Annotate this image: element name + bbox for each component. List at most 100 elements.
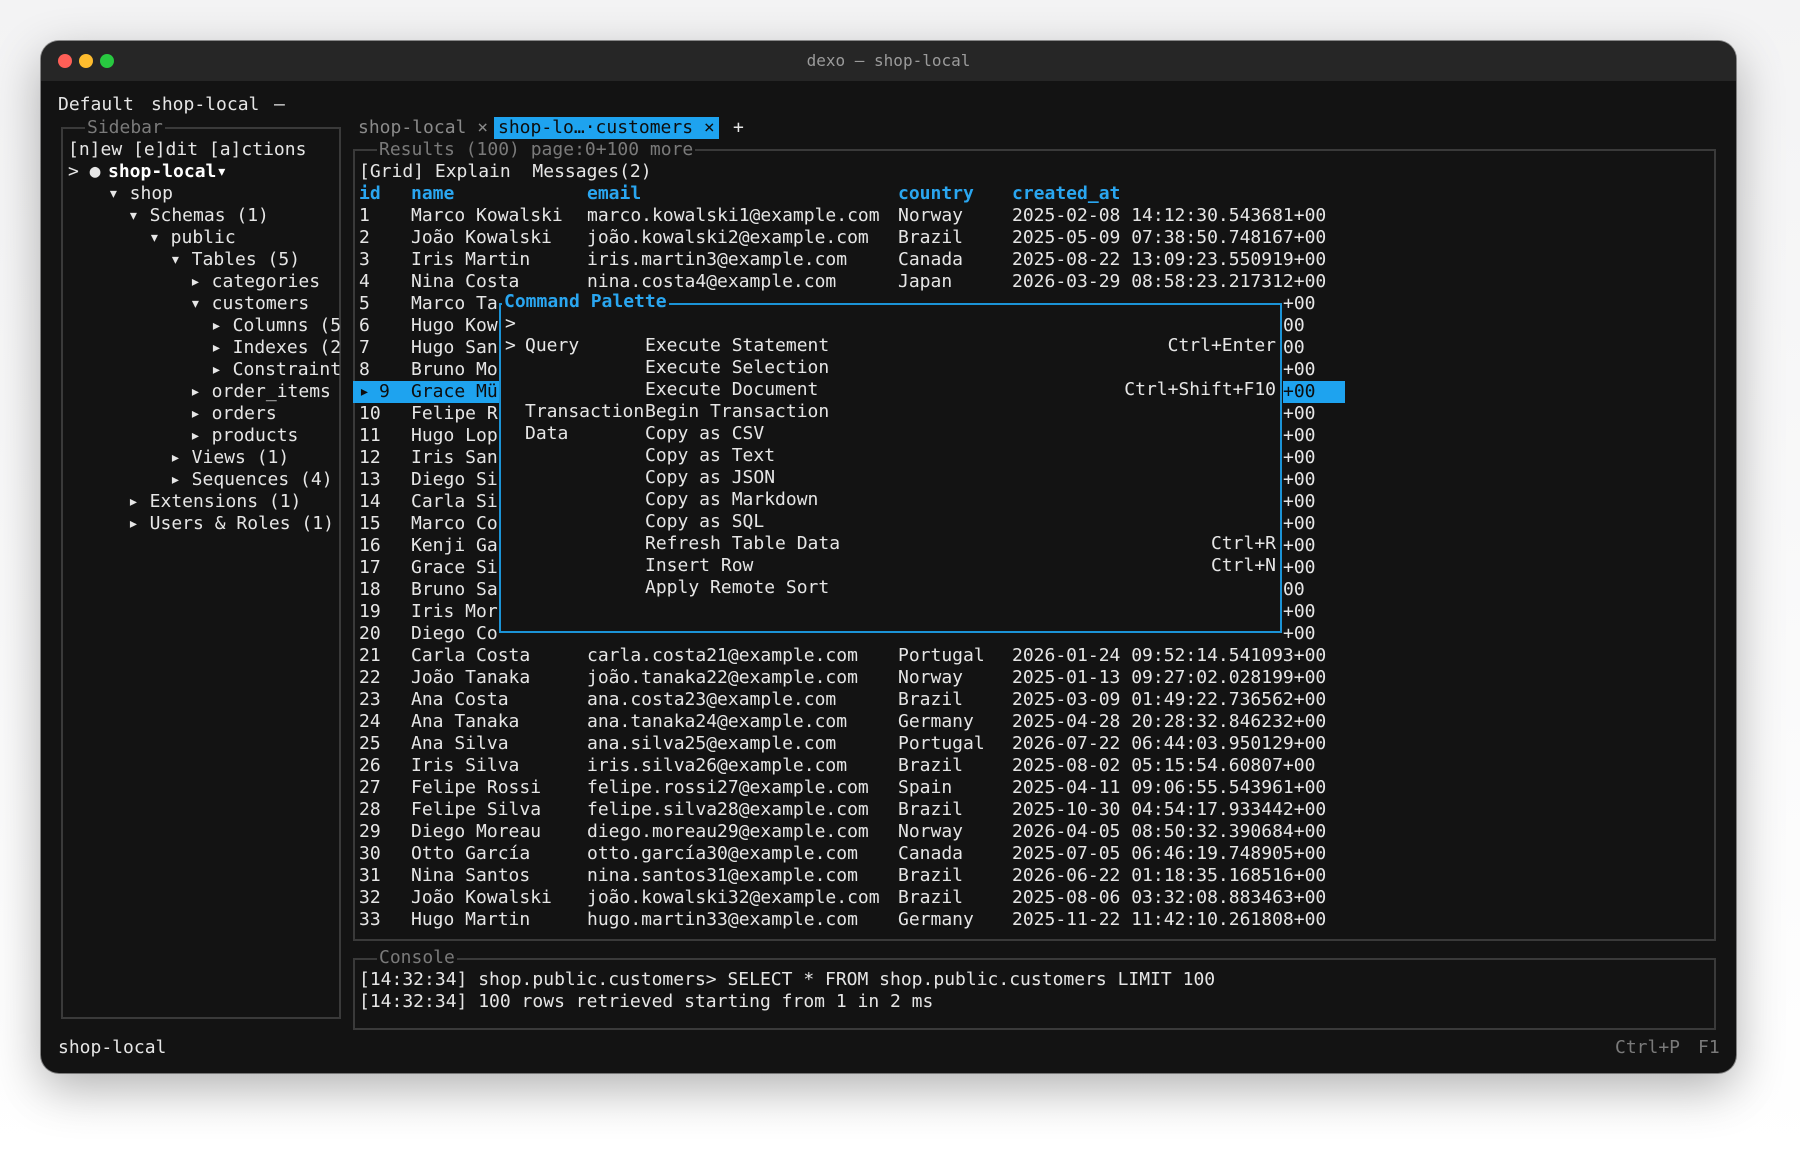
new-tab-button[interactable]: + — [733, 117, 744, 139]
palette-item-label: Copy as JSON — [645, 467, 776, 488]
column-header[interactable]: created_at — [1012, 183, 1120, 205]
result-subtabs[interactable]: [Grid] Explain Messages(2) — [359, 161, 652, 183]
tab-customers[interactable]: shop-lo…·customers × — [494, 117, 719, 139]
command-palette-shortcut[interactable]: Ctrl+P — [1615, 1037, 1680, 1059]
sidebar-tree-item[interactable]: ▸ order_items — [190, 381, 331, 403]
palette-item[interactable]: Execute Document Ctrl+Shift+F10 — [501, 379, 1280, 401]
table-row[interactable]: 24 Ana Tanaka ana.tanaka24@example.com Germ… — [353, 711, 1385, 733]
cell-id: 9 — [379, 381, 390, 402]
sidebar-tree-item[interactable]: shop-local▾ — [108, 161, 227, 183]
cell-id: 27 — [359, 777, 381, 798]
table-row[interactable]: 2 João Kowalski joão.kowalski2@example.com… — [353, 227, 1385, 249]
cell-id: 19 — [359, 601, 381, 622]
sidebar-tree-item[interactable]: ▸ products — [190, 425, 298, 447]
table-row[interactable]: 26 Iris Silva iris.silva26@example.com Braz… — [353, 755, 1385, 777]
sidebar-tree-item[interactable]: ▾ customers — [190, 293, 309, 315]
sidebar-tree-item[interactable]: ▸ Views (1) — [170, 447, 289, 469]
sidebar-tree-item[interactable]: ▾ shop — [108, 183, 173, 205]
cell-name: Carla Si — [411, 491, 498, 512]
cell-created-at: +00 — [1283, 557, 1316, 578]
palette-item-label: Copy as CSV — [645, 423, 765, 444]
column-header[interactable]: email — [587, 183, 641, 205]
sidebar-tree-item[interactable]: ▾ Schemas (1) — [128, 205, 269, 227]
table-row[interactable]: 30 Otto García otto.garcía30@example.com Ca… — [353, 843, 1385, 865]
column-header[interactable]: id — [359, 183, 381, 205]
topbar-dash: — — [274, 94, 285, 115]
palette-shortcut: Ctrl+R — [1210, 533, 1276, 554]
profile-label[interactable]: Default — [58, 94, 134, 116]
tab-label: shop-lo…·customers — [498, 117, 694, 138]
cell-id: 2 — [359, 227, 370, 248]
sidebar-tree-item[interactable]: ▸ categories — [190, 271, 320, 293]
cell-name: Hugo Lop — [411, 425, 498, 446]
cell-id: 8 — [359, 359, 370, 380]
table-row[interactable]: 27 Felipe Rossi felipe.rossi27@example.com… — [353, 777, 1385, 799]
palette-item[interactable]: Copy as JSON — [501, 467, 1280, 489]
table-row[interactable]: 25 Ana Silva ana.silva25@example.com Portug… — [353, 733, 1385, 755]
sidebar-tree-item[interactable]: ▸ Sequences (4) — [170, 469, 333, 491]
table-row[interactable]: 32 João Kowalski joão.kowalski32@example.c… — [353, 887, 1385, 909]
cell-created-at: +00 — [1283, 491, 1316, 512]
palette-item[interactable]: Refresh Table Data Ctrl+R — [501, 533, 1280, 555]
palette-item[interactable]: Copy as Markdown — [501, 489, 1280, 511]
sidebar-tree-item[interactable]: ▸ orders — [190, 403, 277, 425]
palette-item[interactable]: Copy as SQL — [501, 511, 1280, 533]
cell-email: carla.costa21@example.com — [587, 645, 858, 666]
palette-item[interactable]: Insert Row Ctrl+N — [501, 555, 1280, 577]
sidebar-tree-item[interactable]: ▾ public — [149, 227, 236, 249]
cell-created-at: 00 — [1283, 315, 1305, 336]
table-row[interactable]: 1 Marco Kowalski marco.kowalski1@example.c… — [353, 205, 1385, 227]
cell-id: 10 — [359, 403, 381, 424]
table-row[interactable]: 23 Ana Costa ana.costa23@example.com Brazil… — [353, 689, 1385, 711]
sidebar-tree-item[interactable]: ▸ Indexes (2 — [211, 337, 341, 359]
sidebar-tree-item[interactable]: ▸ Extensions (1) — [128, 491, 301, 513]
connection-label[interactable]: shop-local — [151, 94, 259, 116]
cell-created-at: +00 — [1283, 623, 1316, 644]
tab-close-icon[interactable]: × — [477, 117, 488, 138]
table-row[interactable]: 33 Hugo Martin hugo.martin33@example.com Ge… — [353, 909, 1385, 931]
palette-input[interactable]: > — [505, 313, 516, 335]
column-header[interactable]: name — [411, 183, 454, 205]
help-shortcut[interactable]: F1 — [1698, 1037, 1720, 1059]
palette-item[interactable]: > Query Execute Statement Ctrl+Enter — [501, 335, 1280, 357]
table-row[interactable]: 4 Nina Costa nina.costa4@example.com Japan 2… — [353, 271, 1385, 293]
sidebar-tree-item[interactable]: > ● — [68, 161, 101, 183]
table-row[interactable]: 28 Felipe Silva felipe.silva28@example.com… — [353, 799, 1385, 821]
tab-shop-local[interactable]: shop-local × — [358, 117, 488, 139]
cell-email: marco.kowalski1@example.com — [587, 205, 880, 226]
column-header[interactable]: country — [898, 183, 974, 205]
cell-country: Brazil — [898, 227, 964, 248]
cell-name: João Kowalski — [411, 227, 552, 248]
cell-created-at: +00 — [1283, 425, 1316, 446]
window-title: dexo — shop-local — [806, 51, 971, 70]
selected-row-marker: ▸ — [359, 381, 370, 402]
palette-item[interactable]: Execute Selection — [501, 357, 1280, 379]
palette-item[interactable]: Apply Remote Sort — [501, 577, 1280, 599]
cell-created-at: 2025-10-30 04:54:17.933442+00 — [1012, 799, 1327, 820]
table-row[interactable]: 29 Diego Moreau diego.moreau29@example.com… — [353, 821, 1385, 843]
cell-created-at: +00 — [1283, 513, 1316, 534]
cell-created-at: +00 — [1283, 381, 1316, 402]
palette-item[interactable]: Copy as Text — [501, 445, 1280, 467]
cell-name: Diego Co — [411, 623, 498, 644]
cell-name: Iris Silva — [411, 755, 520, 776]
table-row[interactable]: 31 Nina Santos nina.santos31@example.com Br… — [353, 865, 1385, 887]
table-row[interactable]: 22 João Tanaka joão.tanaka22@example.com No… — [353, 667, 1385, 689]
cell-country: Brazil — [898, 887, 964, 908]
table-row[interactable]: 3 Iris Martin iris.martin3@example.com Cana… — [353, 249, 1385, 271]
cell-name: Felipe Rossi — [411, 777, 542, 798]
cell-id: 14 — [359, 491, 381, 512]
sidebar-tree-item[interactable]: ▸ Constraint — [211, 359, 341, 381]
sidebar-tree-item[interactable]: ▸ Columns (5 — [211, 315, 341, 337]
console-line: [14:32:34] shop.public.customers> SELECT… — [359, 969, 1216, 990]
palette-item[interactable]: Transaction Begin Transaction — [501, 401, 1280, 423]
palette-item[interactable]: Data Copy as CSV — [501, 423, 1280, 445]
tab-close-icon[interactable]: × — [704, 117, 715, 138]
cell-created-at: 2026-06-22 01:18:35.168516+00 — [1012, 865, 1327, 886]
cell-created-at: 2025-08-06 03:32:08.883463+00 — [1012, 887, 1327, 908]
sidebar-tree-item[interactable]: ▾ Tables (5) — [170, 249, 300, 271]
sidebar-actions[interactable]: [n]ew [e]dit [a]ctions — [68, 139, 306, 161]
sidebar-tree-item[interactable]: ▸ Users & Roles (1) — [128, 513, 334, 535]
table-row[interactable]: 21 Carla Costa carla.costa21@example.com Po… — [353, 645, 1385, 667]
cell-country: Brazil — [898, 799, 964, 820]
